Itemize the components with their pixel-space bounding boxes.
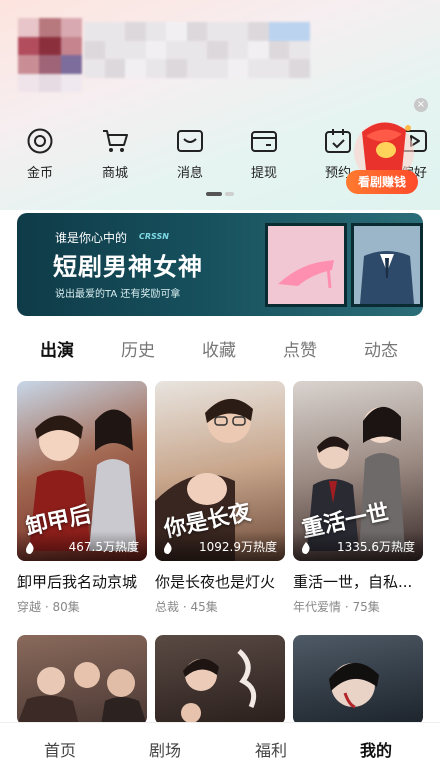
banner-title: 短剧男神女神	[53, 252, 203, 281]
tab-likes[interactable]: 点赞	[283, 336, 317, 361]
coin-icon	[27, 128, 53, 154]
drama-title: 重活一世，自私...	[293, 573, 413, 591]
quick-item-mall[interactable]: 商城	[83, 122, 147, 181]
banner-brand: CRSSN	[139, 232, 169, 241]
flame-icon	[26, 542, 34, 554]
drama-card[interactable]	[293, 635, 423, 725]
avatar[interactable]	[18, 18, 82, 92]
bottom-navigation: 首页 剧场 福利 我的	[0, 722, 440, 772]
drama-card[interactable]	[155, 635, 285, 725]
heat-count: 1335.6万热度	[337, 540, 415, 554]
flame-icon	[164, 542, 172, 554]
wallet-icon	[251, 131, 277, 152]
quick-item-label: 商城	[101, 166, 128, 181]
drama-card[interactable]: 重活一世 1335.6万热度 重活一世，自私... 年代爱情 · 75集	[293, 381, 423, 615]
quick-item-label: 消息	[176, 166, 203, 181]
drama-card[interactable]: 卸甲后 467.5万热度 卸甲后我名动京城 穿越 · 80集	[17, 381, 147, 615]
blurred-username	[84, 22, 310, 78]
quick-item-label: 金币	[26, 166, 53, 181]
poster-image	[155, 635, 285, 725]
poster-image	[293, 635, 423, 725]
nav-theater[interactable]: 剧场	[149, 737, 181, 761]
tab-activity[interactable]: 动态	[364, 336, 398, 361]
promo-banner[interactable]: 谁是你心中的 CRSSN 短剧男神女神 说出最爱的TA 还有奖励可拿	[17, 213, 423, 316]
flame-icon	[302, 542, 310, 554]
banner-line1: 谁是你心中的	[55, 231, 128, 245]
banner-suit-image	[351, 223, 423, 307]
quick-item-messages[interactable]: 消息	[158, 122, 222, 181]
content-tabs: 出演 历史 收藏 点赞 动态	[0, 336, 440, 366]
tab-appearances[interactable]: 出演	[40, 336, 74, 361]
drama-meta: 总裁 · 45集	[155, 600, 218, 614]
drama-title: 你是长夜也是灯火	[155, 573, 276, 591]
cart-icon	[103, 130, 128, 152]
message-icon	[177, 130, 203, 152]
poster-image: 卸甲后 467.5万热度	[17, 381, 147, 561]
nav-welfare[interactable]: 福利	[255, 737, 287, 761]
heat-count: 467.5万热度	[68, 540, 139, 554]
heat-count: 1092.9万热度	[199, 540, 277, 554]
poster-image: 重活一世 1335.6万热度	[293, 381, 423, 561]
drama-title: 卸甲后我名动京城	[17, 573, 138, 591]
close-promo-button[interactable]: ×	[414, 98, 428, 112]
drama-meta: 穿越 · 80集	[17, 600, 80, 614]
quick-item-label: 提现	[250, 166, 277, 181]
drama-card[interactable]	[17, 635, 147, 725]
quick-item-coins[interactable]: 金币	[8, 122, 72, 181]
tab-history[interactable]: 历史	[121, 336, 155, 361]
drama-card[interactable]: 你是长夜 1092.9万热度 你是长夜也是灯火 总裁 · 45集	[155, 381, 285, 615]
drama-meta: 年代爱情 · 75集	[293, 600, 380, 614]
quick-item-withdraw[interactable]: 提现	[232, 122, 296, 181]
banner-line2: 说出最爱的TA 还有奖励可拿	[55, 289, 181, 300]
poster-image	[17, 635, 147, 725]
poster-image: 你是长夜 1092.9万热度	[155, 381, 285, 561]
pager-indicator	[206, 192, 234, 196]
nav-home[interactable]: 首页	[44, 737, 76, 761]
earn-by-watching-button[interactable]: 看剧赚钱	[346, 170, 418, 194]
nav-mine[interactable]: 我的	[360, 737, 392, 761]
banner-heels-image	[265, 223, 347, 307]
tab-favorites[interactable]: 收藏	[202, 336, 236, 361]
